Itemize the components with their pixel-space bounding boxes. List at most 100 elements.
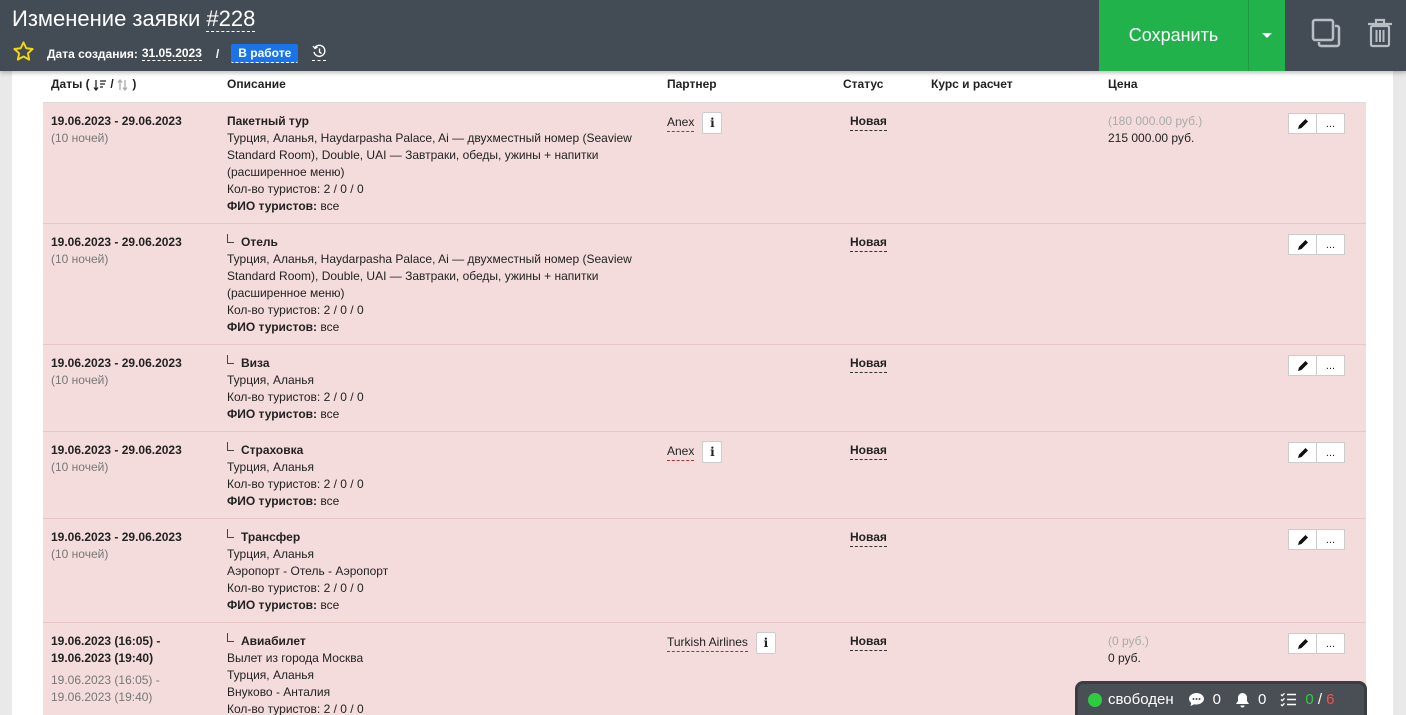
date-range: 19.06.2023 - 29.06.2023 xyxy=(51,530,182,544)
subitem-icon xyxy=(227,355,234,364)
save-button[interactable]: Сохранить xyxy=(1099,0,1249,71)
row-status[interactable]: Новая xyxy=(850,442,887,460)
fio-value: все xyxy=(320,494,340,508)
row-actions: ... xyxy=(1288,442,1345,463)
sort-desc-icon[interactable] xyxy=(93,79,107,91)
fio-label: ФИО туристов: xyxy=(227,494,318,508)
service-heading: Трансфер xyxy=(227,529,647,546)
tourists-line: ФИО туристов: все xyxy=(227,493,647,510)
user-status[interactable]: свободен xyxy=(1108,691,1174,708)
description-line: Внуково - Анталия xyxy=(227,685,331,699)
column-dates[interactable]: Даты ( / ) xyxy=(51,77,136,91)
title-prefix: Изменение заявки xyxy=(12,6,207,31)
more-button[interactable]: ... xyxy=(1316,442,1345,463)
date-range: 19.06.2023 (16:05) - xyxy=(51,634,161,648)
bell-icon xyxy=(1235,692,1249,707)
date-range: 19.06.2023 - 29.06.2023 xyxy=(51,356,182,370)
date-range: 19.06.2023 - 29.06.2023 xyxy=(51,235,182,249)
history-icon[interactable] xyxy=(312,43,326,59)
star-icon[interactable] xyxy=(12,40,35,63)
pencil-icon xyxy=(1297,118,1308,129)
notifications-counter[interactable]: 0 xyxy=(1235,691,1266,708)
user-status-bar: свободен 0 0 0 / 6 xyxy=(1075,681,1367,715)
date-range-end: 19.06.2023 (19:40) xyxy=(51,651,154,665)
edit-button[interactable] xyxy=(1288,113,1317,134)
top-header: Изменение заявки #228 Дата создания: 31.… xyxy=(0,0,1406,71)
fio-label: ФИО туристов: xyxy=(227,598,318,612)
column-description: Описание xyxy=(227,77,286,91)
table-row: 19.06.2023 - 29.06.2023 (10 ночей) Трансф… xyxy=(43,519,1366,623)
messages-counter[interactable]: 0 xyxy=(1188,691,1221,708)
row-status[interactable]: Новая xyxy=(850,633,887,651)
fio-value: все xyxy=(320,598,340,612)
description-line: Турция, Аланья, Haydarpasha Palace, Ai —… xyxy=(227,252,632,300)
online-status-icon xyxy=(1088,692,1102,707)
column-price: Цена xyxy=(1108,77,1138,91)
sort-asc-icon[interactable] xyxy=(117,78,129,91)
order-number[interactable]: #228 xyxy=(206,6,256,32)
description-line: Аэропорт - Отель - Аэропорт xyxy=(227,564,389,578)
row-partner: Anex i xyxy=(667,112,723,134)
row-actions: ... xyxy=(1288,633,1345,654)
description-line: Турция, Аланья, Haydarpasha Palace, Ai —… xyxy=(227,131,632,179)
row-status[interactable]: Новая xyxy=(850,113,887,131)
description-line: Турция, Аланья xyxy=(227,460,314,474)
save-dropdown-button[interactable] xyxy=(1249,0,1285,71)
edit-button[interactable] xyxy=(1288,355,1317,376)
created-date[interactable]: 31.05.2023 xyxy=(141,46,202,61)
row-status[interactable]: Новая xyxy=(850,529,887,547)
nights-count: (10 ночей) xyxy=(51,373,109,387)
column-dates-label: Даты ( xyxy=(51,77,90,91)
nights-count: (10 ночей) xyxy=(51,252,109,266)
price-old: (180 000.00 руб.) xyxy=(1108,114,1203,128)
service-name: Виза xyxy=(241,356,270,370)
edit-button[interactable] xyxy=(1288,234,1317,255)
fio-value: все xyxy=(320,320,340,334)
row-status[interactable]: Новая xyxy=(850,355,887,373)
more-button[interactable]: ... xyxy=(1316,633,1345,654)
date-range: 19.06.2023 - 29.06.2023 xyxy=(51,443,182,457)
price-value: 0 руб. xyxy=(1108,651,1141,665)
info-icon[interactable]: i xyxy=(702,441,723,463)
edit-button[interactable] xyxy=(1288,442,1317,463)
description-line: Турция, Аланья xyxy=(227,373,314,387)
more-button[interactable]: ... xyxy=(1316,234,1345,255)
tourists-line: ФИО туристов: все xyxy=(227,198,647,215)
edit-button[interactable] xyxy=(1288,633,1317,654)
row-price: (0 руб.) 0 руб. xyxy=(1108,633,1149,667)
partner-link[interactable]: Anex xyxy=(667,114,695,132)
description-line: Кол-во туристов: 2 / 0 / 0 xyxy=(227,182,364,196)
trash-icon[interactable] xyxy=(1367,18,1393,48)
partner-link[interactable]: Turkish Airlines xyxy=(667,634,748,652)
status-badge[interactable]: В работе xyxy=(231,44,299,63)
fio-label: ФИО туристов: xyxy=(227,320,318,334)
edit-button[interactable] xyxy=(1288,529,1317,550)
row-actions: ... xyxy=(1288,234,1345,255)
pencil-icon xyxy=(1297,447,1308,458)
info-icon[interactable]: i xyxy=(755,632,776,654)
service-name: Пакетный тур xyxy=(227,114,309,128)
service-heading: Страховка xyxy=(227,442,647,459)
tourists-line: ФИО туристов: все xyxy=(227,319,647,336)
created-label: Дата создания: xyxy=(47,46,138,61)
column-status: Статус xyxy=(843,77,884,91)
row-actions: ... xyxy=(1288,529,1345,550)
tasks-counter[interactable]: 0 / 6 xyxy=(1280,691,1335,708)
partner-link[interactable]: Anex xyxy=(667,443,695,461)
more-button[interactable]: ... xyxy=(1316,355,1345,376)
copy-icon[interactable] xyxy=(1311,18,1341,48)
local-time-start: 19.06.2023 (16:05) - xyxy=(51,673,160,687)
info-icon[interactable]: i xyxy=(702,112,723,134)
more-button[interactable]: ... xyxy=(1316,529,1345,550)
fio-value: все xyxy=(320,199,340,213)
row-dates: 19.06.2023 - 29.06.2023 (10 ночей) xyxy=(51,234,182,268)
service-name: Трансфер xyxy=(241,530,301,544)
service-name: Отель xyxy=(241,235,278,249)
more-button[interactable]: ... xyxy=(1316,113,1345,134)
meta-separator: / xyxy=(215,46,220,61)
service-heading: Отель xyxy=(227,234,647,251)
task-list-icon xyxy=(1280,692,1297,707)
description-line: Кол-во туристов: 2 / 0 / 0 xyxy=(227,702,364,715)
table-row: 19.06.2023 - 29.06.2023 (10 ночей) Пакетн… xyxy=(43,103,1366,224)
row-status[interactable]: Новая xyxy=(850,234,887,252)
